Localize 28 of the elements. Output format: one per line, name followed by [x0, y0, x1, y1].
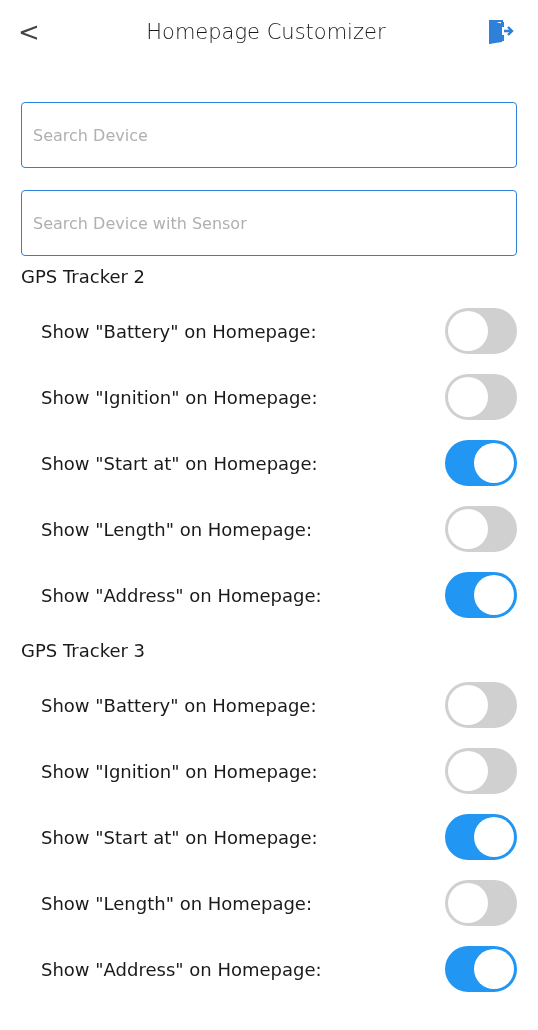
- setting-label: Show "Address" on Homepage:: [41, 958, 322, 980]
- search-field[interactable]: Search Device with Sensor: [21, 190, 517, 256]
- toggle-switch[interactable]: [445, 308, 517, 354]
- device-name: GPS Tracker 2: [21, 266, 147, 289]
- setting-label: Show "Battery" on Homepage:: [41, 320, 317, 342]
- exit-icon: [488, 19, 516, 45]
- toggle-switch[interactable]: [445, 946, 517, 992]
- back-button[interactable]: <: [14, 17, 44, 47]
- toggle-switch[interactable]: [445, 374, 517, 420]
- toggle-switch[interactable]: [445, 440, 517, 486]
- setting-label: Show "Ignition" on Homepage:: [41, 386, 318, 408]
- toggle-switch[interactable]: [445, 814, 517, 860]
- setting-label: Show "Length" on Homepage:: [41, 892, 312, 914]
- setting-label: Show "Start at" on Homepage:: [41, 826, 318, 848]
- setting-label: Show "Length" on Homepage:: [41, 518, 312, 540]
- toggle-switch[interactable]: [445, 682, 517, 728]
- toggle-switch[interactable]: [445, 506, 517, 552]
- page-title: Homepage Customizer: [146, 20, 386, 44]
- setting-label: Show "Start at" on Homepage:: [41, 452, 318, 474]
- search-field[interactable]: Search Device: [21, 102, 517, 168]
- setting-label: Show "Address" on Homepage:: [41, 584, 322, 606]
- toggle-switch[interactable]: [445, 748, 517, 794]
- setting-label: Show "Battery" on Homepage:: [41, 694, 317, 716]
- toggle-switch[interactable]: [445, 880, 517, 926]
- device-name: GPS Tracker 3: [21, 640, 147, 663]
- exit-button[interactable]: [488, 19, 516, 45]
- toggle-switch[interactable]: [445, 572, 517, 618]
- setting-label: Show "Ignition" on Homepage:: [41, 760, 318, 782]
